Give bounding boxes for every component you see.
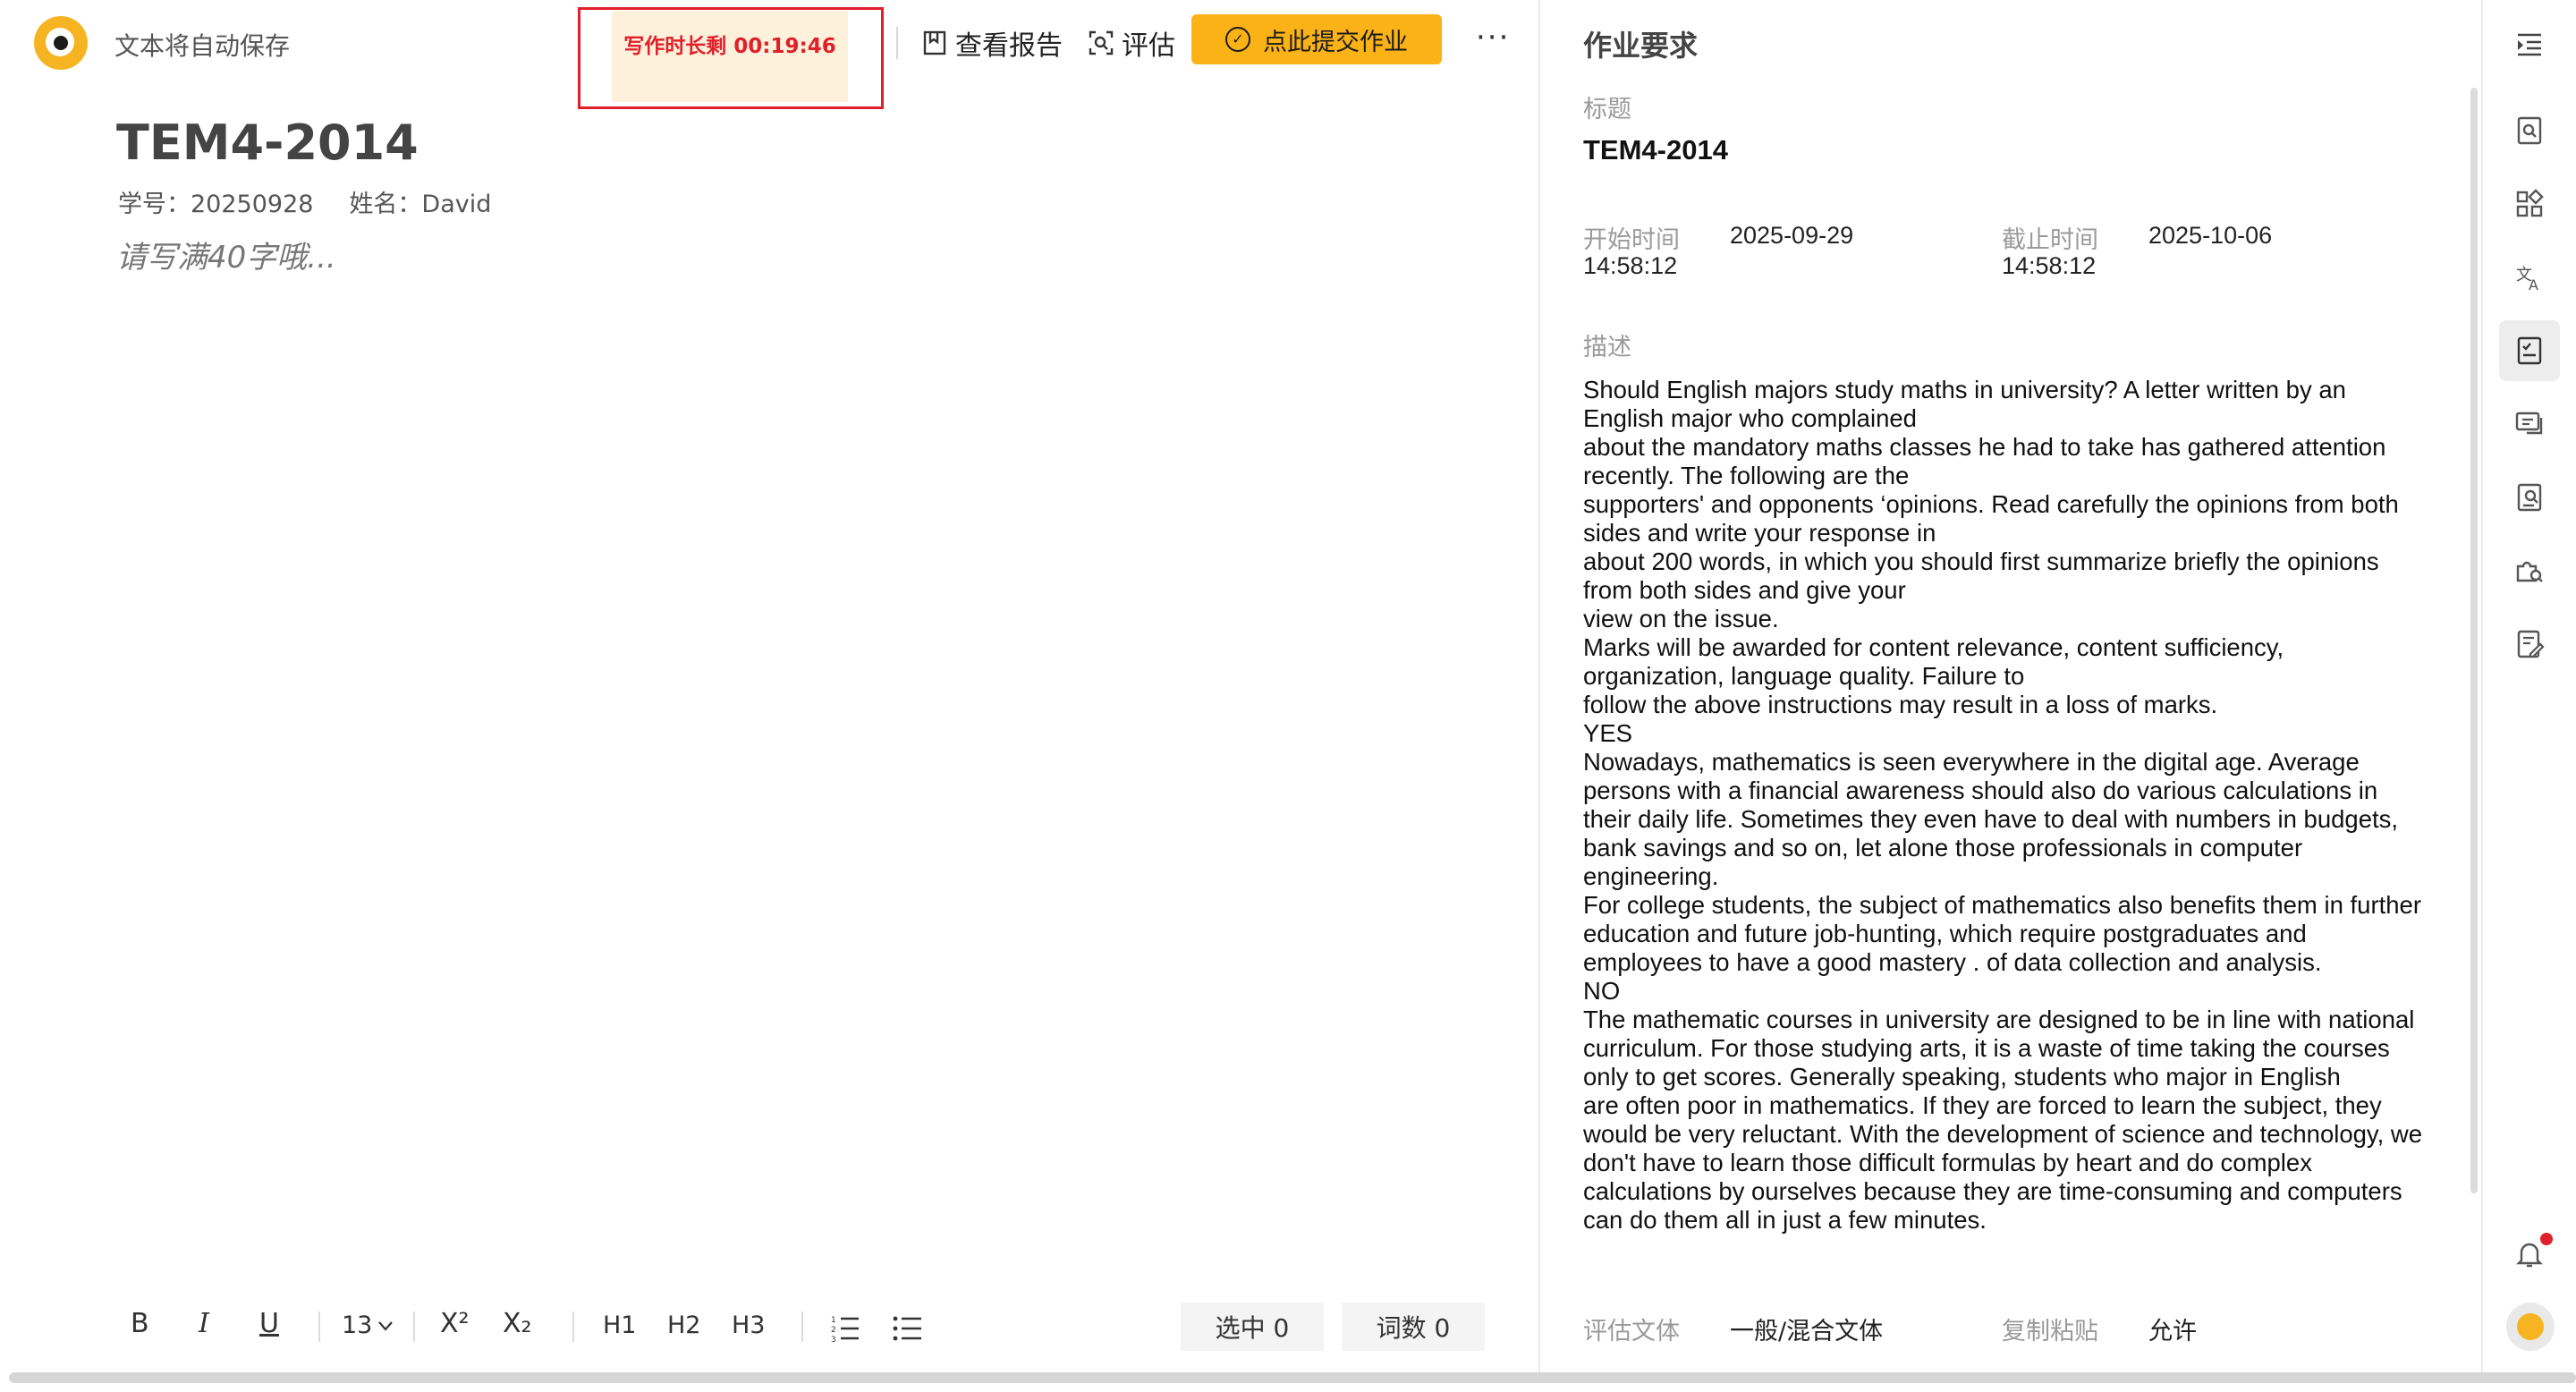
plugin-search-icon[interactable] bbox=[2499, 540, 2560, 601]
font-size-value: 13 bbox=[342, 1311, 373, 1339]
italic-button[interactable]: I bbox=[199, 1308, 209, 1339]
evaluate-label: 评估 bbox=[1122, 30, 1175, 62]
document-title: TEM4-2014 bbox=[116, 115, 419, 171]
horizontal-scrollbar[interactable] bbox=[9, 1372, 2576, 1383]
ordered-list-icon[interactable]: 123 bbox=[830, 1313, 860, 1344]
evaluate-button[interactable]: 评估 bbox=[1088, 23, 1175, 63]
submit-label: 点此提交作业 bbox=[1263, 28, 1408, 56]
view-report-button[interactable]: 查看报告 bbox=[921, 23, 1063, 63]
student-name: 姓名：David bbox=[349, 191, 492, 218]
start-date: 2025-09-29 bbox=[1730, 222, 1854, 249]
genre-value: 一般/混合文体 bbox=[1730, 1318, 1884, 1345]
heading1-button[interactable]: H1 bbox=[603, 1311, 636, 1339]
deadline-date: 2025-10-06 bbox=[2148, 222, 2273, 249]
submit-assignment-button[interactable]: ✓ 点此提交作业 bbox=[1191, 14, 1442, 64]
description-text: Should English majors study maths in uni… bbox=[1583, 376, 2423, 1234]
comments-icon[interactable] bbox=[2499, 394, 2560, 454]
toolbar-divider bbox=[801, 1311, 803, 1342]
description-label: 描述 bbox=[1583, 334, 1631, 361]
outline-toggle-icon[interactable] bbox=[2499, 14, 2560, 75]
translate-icon[interactable]: 文A bbox=[2499, 247, 2560, 308]
svg-text:3: 3 bbox=[831, 1336, 836, 1344]
search-doc-icon[interactable] bbox=[2499, 100, 2560, 161]
toolbar-divider bbox=[413, 1311, 415, 1342]
edit-checklist-icon[interactable] bbox=[2499, 614, 2560, 675]
bold-button[interactable]: B bbox=[131, 1308, 149, 1339]
review-icon[interactable] bbox=[2499, 467, 2560, 528]
word-count: 词数 0 bbox=[1342, 1303, 1485, 1351]
student-meta: 学号：20250928 姓名：David bbox=[118, 184, 491, 219]
underline-button[interactable]: U bbox=[259, 1308, 279, 1339]
svg-text:A: A bbox=[2529, 276, 2538, 293]
editor-pane: 文本将自动保存 写作时长剩 00:19:46 查看报告 评估 ✓ 点此提交作业 … bbox=[0, 0, 1538, 1392]
subscript-button[interactable]: X₂ bbox=[503, 1308, 532, 1339]
requirements-heading: 作业要求 bbox=[1583, 29, 1699, 63]
toolbar-divider bbox=[318, 1311, 320, 1342]
svg-text:2: 2 bbox=[831, 1326, 836, 1335]
svg-text:1: 1 bbox=[831, 1316, 836, 1325]
notification-dot bbox=[2540, 1233, 2553, 1245]
header-divider bbox=[896, 27, 898, 59]
scan-icon bbox=[1089, 30, 1114, 55]
selected-count: 选中 0 bbox=[1181, 1303, 1324, 1351]
toolbar-divider bbox=[572, 1311, 574, 1342]
editor-input[interactable]: 请写满40字哦... bbox=[116, 233, 336, 276]
apps-icon[interactable] bbox=[2499, 174, 2560, 234]
student-id: 学号：20250928 bbox=[118, 191, 314, 218]
paste-label: 复制粘贴 bbox=[2002, 1318, 2098, 1345]
view-report-label: 查看报告 bbox=[955, 30, 1063, 62]
autosave-status: 文本将自动保存 bbox=[114, 31, 291, 61]
more-menu-button[interactable]: ··· bbox=[1476, 20, 1510, 55]
bell-icon[interactable] bbox=[2499, 1224, 2560, 1285]
start-time: 14:58:12 bbox=[1583, 252, 1678, 279]
deadline-label: 截止时间 bbox=[2002, 226, 2098, 254]
deadline-time: 14:58:12 bbox=[2002, 252, 2097, 279]
chevron-down-icon bbox=[378, 1320, 394, 1331]
heading3-button[interactable]: H3 bbox=[732, 1311, 765, 1339]
title-label: 标题 bbox=[1583, 96, 1631, 123]
bookmark-icon bbox=[923, 30, 946, 55]
font-size-select[interactable]: 13 bbox=[342, 1311, 395, 1339]
timer-highlight-frame bbox=[578, 7, 884, 109]
panel-scrollbar[interactable] bbox=[2470, 88, 2478, 1193]
superscript-button[interactable]: X² bbox=[440, 1308, 470, 1339]
requirements-panel: 作业要求 标题 TEM4-2014 开始时间 2025-09-29 14:58:… bbox=[1540, 0, 2481, 1378]
bullet-list-icon[interactable] bbox=[893, 1313, 923, 1344]
app-logo bbox=[34, 16, 88, 70]
check-circle-icon: ✓ bbox=[1225, 27, 1250, 52]
right-rail: 文A bbox=[2483, 0, 2576, 1392]
paste-value: 允许 bbox=[2148, 1318, 2197, 1345]
start-time-label: 开始时间 bbox=[1583, 226, 1680, 254]
heading2-button[interactable]: H2 bbox=[667, 1311, 700, 1339]
assignment-icon[interactable] bbox=[2499, 320, 2560, 381]
avatar[interactable] bbox=[2506, 1303, 2555, 1351]
assignment-title: TEM4-2014 bbox=[1583, 134, 1728, 166]
genre-label: 评估文体 bbox=[1583, 1318, 1680, 1345]
